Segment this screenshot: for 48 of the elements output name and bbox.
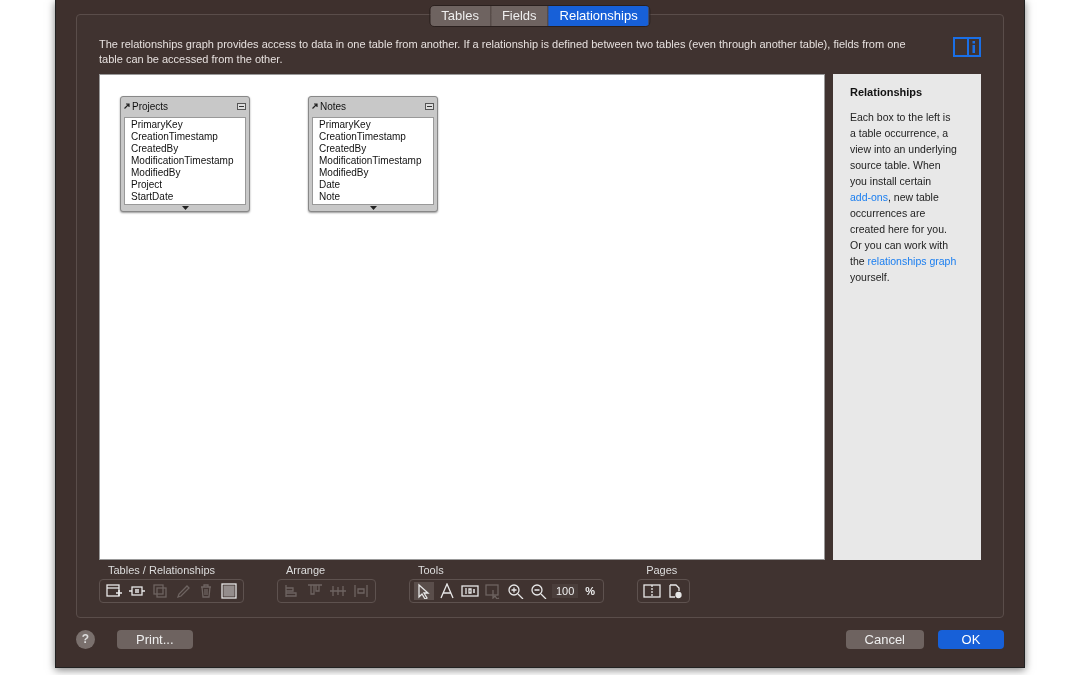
field-name: PrimaryKey (319, 119, 372, 131)
arrow-icon (312, 103, 318, 109)
cancel-button[interactable]: Cancel (845, 629, 924, 649)
percent-label: % (584, 585, 597, 597)
group-label: Tables / Relationships (107, 564, 216, 576)
field-name: StartDate (131, 191, 175, 203)
table-occurrence[interactable]: Projects PrimaryKey CreationTimestamp CreatedBy ModificationTimestamp ModifiedBy Project StartDate (120, 96, 250, 212)
zoom-field[interactable]: 100 (552, 584, 579, 598)
field-name: CreationTimestamp (131, 131, 219, 143)
group-label: Arrange (285, 564, 327, 576)
field-name: ModifiedBy (131, 167, 182, 179)
field-name: CreatedBy (319, 143, 368, 155)
relationships-graph[interactable]: Projects PrimaryKey CreationTimestamp CreatedBy ModificationTimestamp ModifiedBy Project StartDate Notes PrimaryKey CreationTimestamp CreatedBy ModificationTimestamp ModifiedBy Date Note (99, 74, 825, 560)
print-button[interactable]: Print... (117, 629, 193, 649)
collapse-icon[interactable] (237, 102, 246, 110)
page-break-icon[interactable] (642, 582, 663, 600)
ok-button[interactable]: OK (938, 629, 1004, 649)
field-name: ModificationTimestamp (319, 155, 423, 167)
group-label: Tools (417, 564, 445, 576)
tab[interactable]: Relationships (548, 6, 650, 26)
help-link[interactable]: relationships graph (867, 255, 957, 267)
table-name: Projects (132, 100, 169, 112)
tab[interactable]: Fields (490, 6, 549, 26)
field-name: Date (319, 179, 342, 191)
field-name: CreatedBy (131, 143, 180, 155)
field-name: Project (131, 179, 164, 191)
field-name: CreationTimestamp (319, 131, 407, 143)
description-text: The relationships graph provides access to data in one table from another. If a relationship is defined between two tables (even through another table), fields from one table can be accessed from the other. (99, 37, 907, 67)
group-label: Pages (645, 564, 679, 576)
side-panel-title: Relationships (850, 86, 924, 98)
help-link[interactable]: add-ons (850, 191, 888, 203)
tab[interactable]: Tables (430, 6, 491, 26)
collapse-icon[interactable] (425, 102, 434, 110)
field-name: Note (319, 191, 342, 203)
table-occurrence[interactable]: Notes PrimaryKey CreationTimestamp CreatedBy ModificationTimestamp ModifiedBy Date Note (308, 96, 438, 212)
zoom-in-icon[interactable] (506, 582, 526, 600)
field-name: ModifiedBy (319, 167, 370, 179)
arrow-icon (124, 103, 130, 109)
field-name: PrimaryKey (131, 119, 184, 131)
info-panel-icon[interactable] (953, 37, 981, 57)
help-button[interactable]: ? (76, 629, 95, 649)
pointer-icon[interactable] (414, 582, 434, 600)
zoom-out-icon[interactable] (529, 582, 549, 600)
help-text: Each box to the left is a table occurrence, a view into an underlying source table. When you install certain add-ons, new table occurrences are created here for you. Or you can work with the relationships graph yourself. (850, 110, 958, 285)
field-name: ModificationTimestamp (131, 155, 235, 167)
add-table-icon[interactable] (104, 582, 124, 600)
field-icon[interactable] (460, 582, 480, 600)
table-name: Notes (320, 100, 347, 112)
